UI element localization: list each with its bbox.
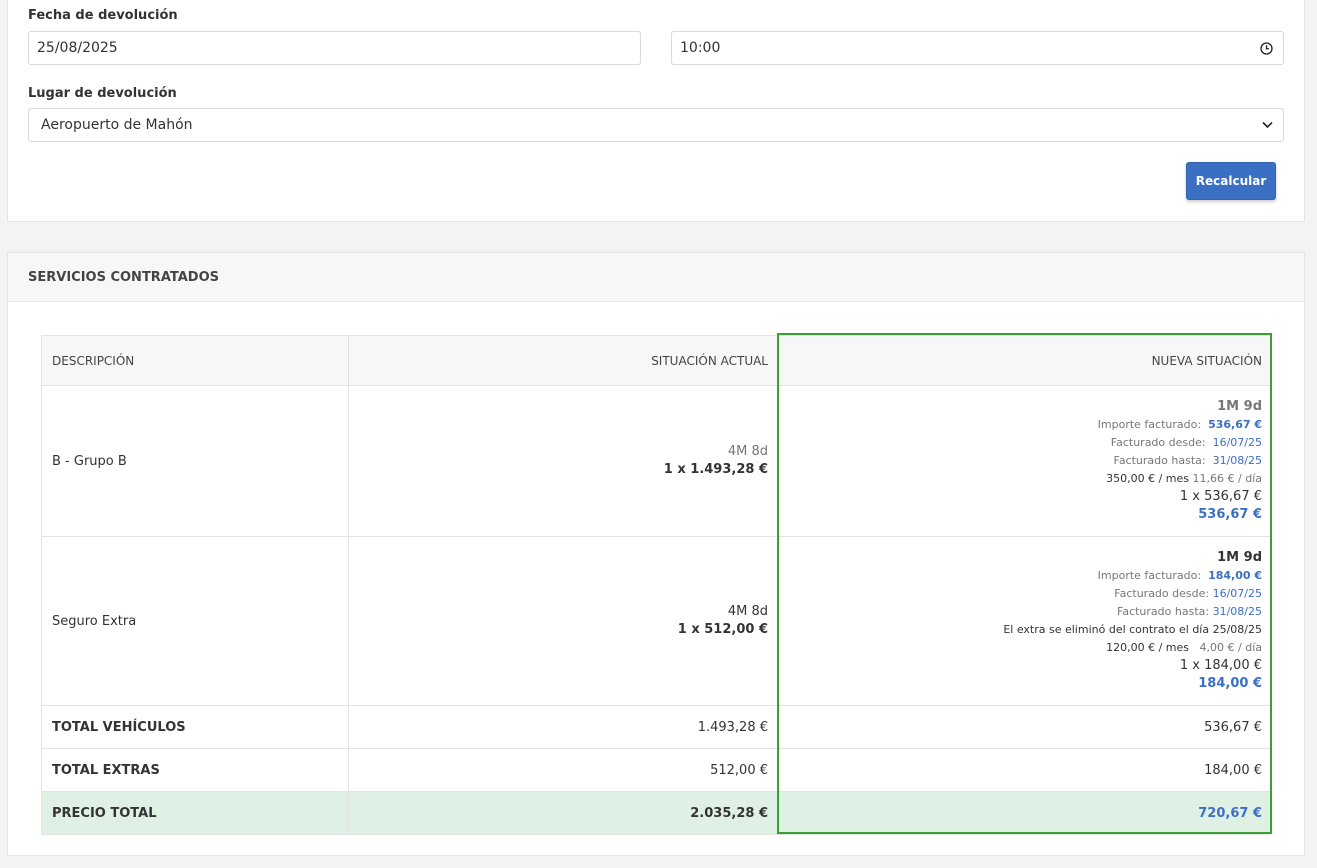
services-table: DESCRIPCIÓN SITUACIÓN ACTUAL NUEVA SITUA… xyxy=(41,335,1271,835)
billed-value: 184,00 € xyxy=(1208,569,1262,582)
billed-to-label: Facturado hasta: xyxy=(1117,605,1210,618)
billed-from-value: 16/07/25 xyxy=(1212,587,1262,600)
removal-note: El extra se eliminó del contrato el día … xyxy=(1003,623,1262,636)
new-total: 536,67 € xyxy=(1198,507,1262,522)
current-amount: 1 x 1.493,28 € xyxy=(663,462,768,477)
total-vehicles-row: TOTAL VEHÍCULOS 1.493,28 € 536,67 € xyxy=(42,706,1270,749)
new-duration: 1M 9d xyxy=(1217,550,1262,565)
return-place-value: Aeropuerto de Mahón xyxy=(41,117,193,133)
billed-from-label: Facturado desde: xyxy=(1110,436,1206,449)
total-new: 536,67 € xyxy=(1204,719,1262,735)
chevron-down-icon xyxy=(1262,109,1273,141)
rate-month: 120,00 € / mes xyxy=(1106,641,1190,654)
total-new: 720,67 € xyxy=(1198,805,1262,821)
new-qty: 1 x 536,67 € xyxy=(1179,489,1262,504)
billed-to-value: 31/08/25 xyxy=(1212,454,1262,467)
row-description: B - Grupo B xyxy=(42,386,349,536)
new-duration: 1M 9d xyxy=(1217,399,1262,414)
return-time-input[interactable]: 10:00 xyxy=(671,31,1284,65)
billed-value: 536,67 € xyxy=(1208,418,1262,431)
return-date-label: Fecha de devolución xyxy=(28,8,178,23)
billed-to-value: 31/08/25 xyxy=(1212,605,1262,618)
total-current: 512,00 € xyxy=(349,749,779,791)
row-new: 1M 9d Importe facturado: 184,00 € Factur… xyxy=(779,537,1272,705)
row-new: 1M 9d Importe facturado: 536,67 € Factur… xyxy=(779,386,1272,536)
new-total: 184,00 € xyxy=(1198,676,1262,691)
return-place-select[interactable]: Aeropuerto de Mahón xyxy=(28,108,1284,142)
billed-to-label: Facturado hasta: xyxy=(1113,454,1206,467)
return-place-label: Lugar de devolución xyxy=(28,86,177,101)
current-duration: 4M 8d xyxy=(727,444,768,459)
table-row: Seguro Extra 4M 8d 1 x 512,00 € 1M 9d Im… xyxy=(42,537,1270,706)
new-qty: 1 x 184,00 € xyxy=(1179,658,1262,673)
billed-from-label: Facturado desde: xyxy=(1114,587,1210,600)
billed-from-value: 16/07/25 xyxy=(1212,436,1262,449)
services-title: SERVICIOS CONTRATADOS xyxy=(8,253,1304,302)
recalculate-button[interactable]: Recalcular xyxy=(1186,162,1276,200)
row-current: 4M 8d 1 x 1.493,28 € xyxy=(349,386,779,536)
return-date-value: 25/08/2025 xyxy=(37,40,118,56)
total-label: TOTAL VEHÍCULOS xyxy=(42,706,349,748)
header-description: DESCRIPCIÓN xyxy=(42,336,349,385)
total-extras-row: TOTAL EXTRAS 512,00 € 184,00 € xyxy=(42,749,1270,792)
rate-day: 11,66 € / día xyxy=(1192,472,1262,485)
current-amount: 1 x 512,00 € xyxy=(677,622,768,637)
return-time-value: 10:00 xyxy=(680,40,721,56)
header-current: SITUACIÓN ACTUAL xyxy=(349,336,779,385)
total-current: 2.035,28 € xyxy=(349,792,779,834)
current-duration: 4M 8d xyxy=(727,604,768,619)
billed-label: Importe facturado: xyxy=(1097,418,1202,431)
billed-label: Importe facturado: xyxy=(1097,569,1202,582)
total-label: TOTAL EXTRAS xyxy=(42,749,349,791)
table-row: B - Grupo B 4M 8d 1 x 1.493,28 € 1M 9d I… xyxy=(42,386,1270,537)
table-header-row: DESCRIPCIÓN SITUACIÓN ACTUAL NUEVA SITUA… xyxy=(42,336,1270,386)
return-date-input[interactable]: 25/08/2025 xyxy=(28,31,641,65)
total-label: PRECIO TOTAL xyxy=(42,792,349,834)
row-description: Seguro Extra xyxy=(42,537,349,705)
clock-icon[interactable] xyxy=(1260,32,1273,64)
grand-total-row: PRECIO TOTAL 2.035,28 € 720,67 € xyxy=(42,792,1270,834)
rate-month: 350,00 € / mes xyxy=(1106,472,1190,485)
rate-day: 4,00 € / día xyxy=(1199,641,1262,654)
total-new: 184,00 € xyxy=(1204,762,1262,778)
header-new: NUEVA SITUACIÓN xyxy=(1151,353,1262,368)
row-current: 4M 8d 1 x 512,00 € xyxy=(349,537,779,705)
total-current: 1.493,28 € xyxy=(349,706,779,748)
